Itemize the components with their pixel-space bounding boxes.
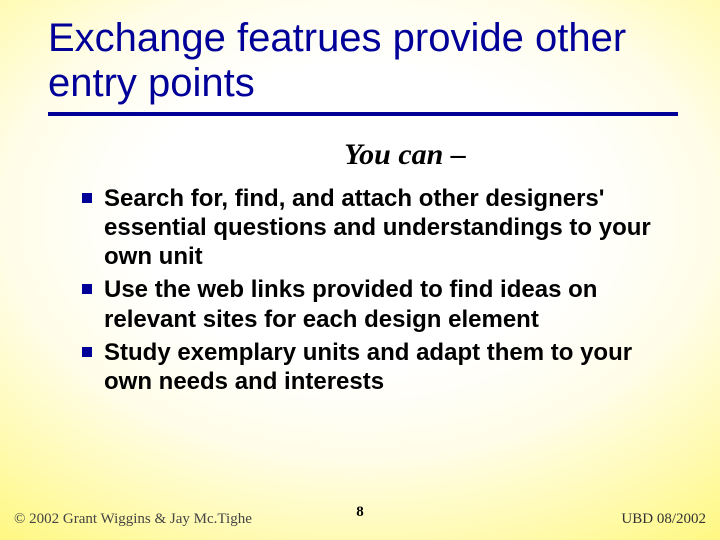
- slide: Exchange featrues provide other entry po…: [0, 0, 720, 540]
- list-item: Study exemplary units and adapt them to …: [82, 338, 668, 397]
- slide-title: Exchange featrues provide other entry po…: [48, 16, 678, 116]
- list-item: Search for, find, and attach other desig…: [82, 184, 668, 272]
- bullet-list: Search for, find, and attach other desig…: [48, 184, 672, 397]
- page-number: 8: [0, 504, 720, 521]
- slide-subtitle: You can –: [48, 138, 672, 172]
- footer: © 2002 Grant Wiggins & Jay Mc.Tighe 8 UB…: [0, 504, 720, 528]
- footer-tag: UBD 08/2002: [621, 511, 706, 528]
- list-item: Use the web links provided to find ideas…: [82, 275, 668, 334]
